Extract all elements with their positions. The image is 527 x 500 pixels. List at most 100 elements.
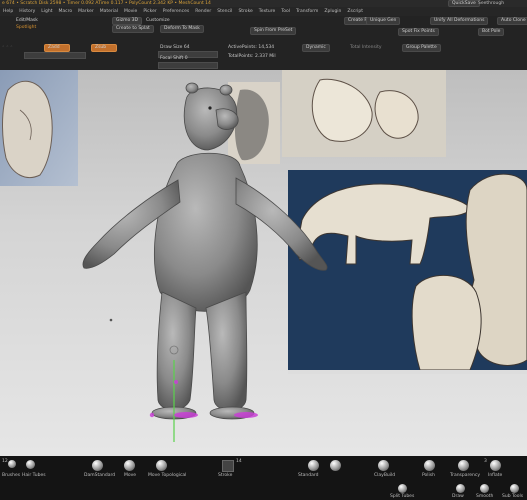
split-tubes-icon bbox=[398, 484, 407, 493]
menu-item-zscript[interactable]: Zscript bbox=[347, 9, 363, 14]
menu-item-stencil[interactable]: Stencil bbox=[217, 9, 232, 14]
menu-item-light[interactable]: Light bbox=[41, 9, 52, 14]
damstandard-slot[interactable] bbox=[92, 460, 103, 471]
menu-items: Help History Light Macro Marker Material Movie… bbox=[3, 9, 369, 14]
brush-sphere-icon bbox=[8, 460, 16, 468]
customize-label[interactable]: Customize bbox=[146, 18, 170, 23]
menu-item-marker[interactable]: Marker bbox=[78, 9, 94, 14]
menu-item-help[interactable]: Help bbox=[3, 9, 13, 14]
unify-deformations-button[interactable]: Unify All Deformations bbox=[430, 17, 489, 25]
split-tubes-slot[interactable] bbox=[398, 484, 407, 493]
menu-item-history[interactable]: History bbox=[19, 9, 35, 14]
quicksave-button[interactable]: QuickSave bbox=[448, 0, 480, 7]
menu-item-preferences[interactable]: Preferences bbox=[163, 9, 189, 14]
menu-item-zplugin[interactable]: Zplugin bbox=[324, 9, 341, 14]
count-label-2: 14 bbox=[236, 459, 242, 464]
status-bar: e 674 • Scratch Disk 2598 • Timer 0.092 … bbox=[0, 0, 527, 7]
seethrough-label: Seethrough bbox=[478, 1, 505, 6]
move-label: Move bbox=[124, 473, 137, 478]
deform-mask-button[interactable]: Deform To Mask bbox=[160, 25, 204, 33]
standard-slot[interactable] bbox=[308, 460, 319, 471]
transparency-slot[interactable] bbox=[458, 460, 469, 471]
brush-slot-2[interactable] bbox=[26, 460, 35, 469]
standard2-slot[interactable] bbox=[330, 460, 341, 471]
focal-shift-slider[interactable] bbox=[158, 62, 218, 69]
group-palette-button[interactable]: Group Palette bbox=[402, 44, 441, 52]
claybuild-slot[interactable] bbox=[378, 460, 389, 471]
claybuild-label: ClayBuild bbox=[374, 473, 396, 478]
reference-image-topleft bbox=[0, 70, 78, 186]
dynamic-button[interactable]: Dynamic bbox=[302, 44, 330, 52]
menu-item-texture[interactable]: Texture bbox=[259, 9, 275, 14]
bot-pole-button[interactable]: Bot Pole bbox=[478, 28, 505, 36]
gizmo-button[interactable]: Gizmo 3D bbox=[112, 17, 142, 25]
inflate-icon bbox=[490, 460, 501, 471]
subtools-slot[interactable] bbox=[510, 484, 519, 493]
bear-eye bbox=[208, 106, 212, 110]
viewport-canvas[interactable] bbox=[0, 70, 527, 456]
zadd-button[interactable]: Zadd bbox=[44, 44, 70, 52]
unique-gen-button[interactable]: Unique Gen bbox=[366, 17, 401, 25]
move-slot[interactable] bbox=[124, 460, 135, 471]
draw-label: Draw bbox=[452, 494, 464, 499]
mrgb-label: ◦ ◦ ◦ bbox=[2, 45, 13, 50]
menu-item-macro[interactable]: Macro bbox=[59, 9, 73, 14]
menu-item-stroke[interactable]: Stroke bbox=[238, 9, 252, 14]
transparency-icon bbox=[458, 460, 469, 471]
polish-icon bbox=[424, 460, 435, 471]
menu-item-picker[interactable]: Picker bbox=[143, 9, 156, 14]
polish-slot[interactable] bbox=[424, 460, 435, 471]
edit-mask-label: Edit/Mask bbox=[16, 18, 38, 23]
draw-size-label[interactable]: Draw Size 64 bbox=[160, 45, 190, 50]
menu-item-material[interactable]: Material bbox=[100, 9, 118, 14]
viewport-scene bbox=[0, 70, 527, 442]
rgb-intensity-slider[interactable] bbox=[24, 52, 86, 59]
brush-slot-1[interactable] bbox=[8, 460, 16, 468]
menu-bar: Help History Light Macro Marker Material Movie… bbox=[0, 7, 527, 16]
count-label-3: 3 bbox=[484, 459, 487, 464]
zsub-button[interactable]: Zsub bbox=[91, 44, 117, 52]
draw-icon bbox=[456, 484, 465, 493]
transparency-label: Transparency bbox=[450, 473, 481, 478]
spin-preset-button[interactable]: Spin From PreSet bbox=[250, 27, 297, 35]
brush-shelf: Brushes Hair Tubes 12 DamStandard Move M… bbox=[0, 456, 527, 500]
damstandard-label: DamStandard bbox=[84, 473, 116, 478]
subtools-icon bbox=[510, 484, 519, 493]
brush-label-hair-tubes: Hair Tubes bbox=[22, 473, 46, 478]
stroke-slot[interactable] bbox=[222, 460, 234, 472]
menu-item-transform[interactable]: Transform bbox=[296, 9, 318, 14]
move-topological-label: Move Topological bbox=[148, 473, 187, 478]
smooth-label: Smooth bbox=[476, 494, 494, 499]
split-tubes-label: Split Tubes bbox=[390, 494, 415, 499]
move-icon bbox=[124, 460, 135, 471]
create-splat-button[interactable]: Create to Splat bbox=[112, 25, 154, 33]
menu-item-movie[interactable]: Movie bbox=[124, 9, 137, 14]
smooth-icon bbox=[480, 484, 489, 493]
move-topo-slot[interactable] bbox=[156, 460, 167, 471]
spotlight-label[interactable]: Spotlight bbox=[16, 25, 36, 30]
brush-label-brushes: Brushes bbox=[2, 473, 21, 478]
polish-label: Polish bbox=[422, 473, 436, 478]
smooth-slot[interactable] bbox=[480, 484, 489, 493]
reference-image-right bbox=[288, 170, 527, 374]
move-topological-icon bbox=[156, 460, 167, 471]
active-points: ActivePoints: 14,534 bbox=[228, 45, 275, 50]
hair-tubes-icon bbox=[26, 460, 35, 469]
menu-item-tool[interactable]: Tool bbox=[281, 9, 290, 14]
rgb-intensity-label: Total Intensity bbox=[350, 45, 382, 50]
stroke-label: Stroke bbox=[218, 473, 233, 478]
inflate-slot[interactable] bbox=[490, 460, 501, 471]
reference-image-top-right bbox=[282, 70, 446, 157]
standard-icon bbox=[308, 460, 319, 471]
standard-alt-icon bbox=[330, 460, 341, 471]
menu-item-render[interactable]: Render bbox=[195, 9, 211, 14]
claybuild-icon bbox=[378, 460, 389, 471]
standard-label: Standard bbox=[298, 473, 319, 478]
focal-shift-label[interactable]: Focal Shift 0 bbox=[160, 56, 188, 61]
count-label-1: 12 bbox=[2, 459, 8, 464]
status-text: e 674 • Scratch Disk 2598 • Timer 0.092 … bbox=[2, 1, 211, 6]
auto-clone-button[interactable]: Auto Clone bbox=[497, 17, 527, 25]
inflate-label: Inflate bbox=[488, 473, 503, 478]
draw-slot[interactable] bbox=[456, 484, 465, 493]
spot-fix-button[interactable]: Spot Fix Points bbox=[398, 28, 439, 36]
